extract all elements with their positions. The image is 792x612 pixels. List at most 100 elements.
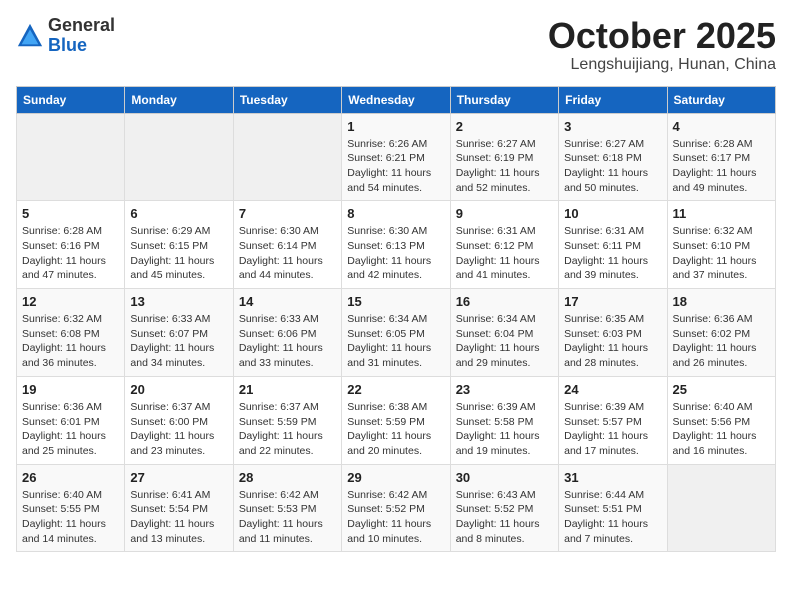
- day-number: 30: [456, 470, 553, 485]
- day-info: Sunrise: 6:40 AM Sunset: 5:56 PM Dayligh…: [673, 400, 770, 459]
- calendar-cell: [233, 113, 341, 201]
- day-info: Sunrise: 6:40 AM Sunset: 5:55 PM Dayligh…: [22, 488, 119, 547]
- day-info: Sunrise: 6:30 AM Sunset: 6:14 PM Dayligh…: [239, 224, 336, 283]
- day-info: Sunrise: 6:28 AM Sunset: 6:16 PM Dayligh…: [22, 224, 119, 283]
- calendar-cell: 19 Sunrise: 6:36 AM Sunset: 6:01 PM Dayli…: [17, 376, 125, 464]
- logo-blue-text: Blue: [48, 36, 115, 56]
- day-number: 3: [564, 119, 661, 134]
- day-info: Sunrise: 6:34 AM Sunset: 6:05 PM Dayligh…: [347, 312, 444, 371]
- weekday-header-wednesday: Wednesday: [342, 86, 450, 113]
- day-info: Sunrise: 6:36 AM Sunset: 6:01 PM Dayligh…: [22, 400, 119, 459]
- calendar-cell: 29Sunrise: 6:42 AM Sunset: 5:52 PM Dayli…: [342, 464, 450, 552]
- logo-icon: [16, 22, 44, 50]
- logo-general-text: General: [48, 16, 115, 36]
- calendar-cell: [17, 113, 125, 201]
- calendar-body: 1 Sunrise: 6:26 AM Sunset: 6:21 PM Daylig…: [17, 113, 776, 552]
- day-number: 28: [239, 470, 336, 485]
- calendar-cell: 2Sunrise: 6:27 AM Sunset: 6:19 PM Daylig…: [450, 113, 558, 201]
- calendar-cell: 3 Sunrise: 6:27 AM Sunset: 6:18 PM Daylig…: [559, 113, 667, 201]
- day-number: 31: [564, 470, 661, 485]
- weekday-header-tuesday: Tuesday: [233, 86, 341, 113]
- day-number: 19: [22, 382, 119, 397]
- day-info: Sunrise: 6:37 AM Sunset: 6:00 PM Dayligh…: [130, 400, 227, 459]
- day-info: Sunrise: 6:37 AM Sunset: 5:59 PM Dayligh…: [239, 400, 336, 459]
- day-info: Sunrise: 6:36 AM Sunset: 6:02 PM Dayligh…: [673, 312, 770, 371]
- calendar-cell: 8 Sunrise: 6:30 AM Sunset: 6:13 PM Daylig…: [342, 201, 450, 289]
- page-header: General Blue October 2025 Lengshuijiang,…: [16, 16, 776, 74]
- calendar-cell: 10 Sunrise: 6:31 AM Sunset: 6:11 PM Dayli…: [559, 201, 667, 289]
- day-number: 1: [347, 119, 444, 134]
- calendar-cell: 7 Sunrise: 6:30 AM Sunset: 6:14 PM Daylig…: [233, 201, 341, 289]
- day-number: 25: [673, 382, 770, 397]
- day-number: 10: [564, 206, 661, 221]
- calendar-cell: 13Sunrise: 6:33 AM Sunset: 6:07 PM Dayli…: [125, 289, 233, 377]
- day-info: Sunrise: 6:33 AM Sunset: 6:06 PM Dayligh…: [239, 312, 336, 371]
- day-info: Sunrise: 6:26 AM Sunset: 6:21 PM Dayligh…: [347, 137, 444, 196]
- calendar-title: October 2025: [548, 16, 776, 56]
- weekday-header-friday: Friday: [559, 86, 667, 113]
- day-info: Sunrise: 6:31 AM Sunset: 6:11 PM Dayligh…: [564, 224, 661, 283]
- calendar-week-1: 1 Sunrise: 6:26 AM Sunset: 6:21 PM Daylig…: [17, 113, 776, 201]
- title-block: October 2025 Lengshuijiang, Hunan, China: [548, 16, 776, 74]
- calendar-week-3: 12 Sunrise: 6:32 AM Sunset: 6:08 PM Dayli…: [17, 289, 776, 377]
- weekday-header-row: SundayMondayTuesdayWednesdayThursdayFrid…: [17, 86, 776, 113]
- weekday-header-monday: Monday: [125, 86, 233, 113]
- calendar-week-5: 26Sunrise: 6:40 AM Sunset: 5:55 PM Dayli…: [17, 464, 776, 552]
- logo-text: General Blue: [48, 16, 115, 56]
- day-number: 27: [130, 470, 227, 485]
- day-info: Sunrise: 6:32 AM Sunset: 6:08 PM Dayligh…: [22, 312, 119, 371]
- calendar-cell: 20 Sunrise: 6:37 AM Sunset: 6:00 PM Dayli…: [125, 376, 233, 464]
- calendar-cell: 24Sunrise: 6:39 AM Sunset: 5:57 PM Dayli…: [559, 376, 667, 464]
- day-number: 22: [347, 382, 444, 397]
- day-number: 7: [239, 206, 336, 221]
- weekday-header-saturday: Saturday: [667, 86, 775, 113]
- day-info: Sunrise: 6:43 AM Sunset: 5:52 PM Dayligh…: [456, 488, 553, 547]
- calendar-location: Lengshuijiang, Hunan, China: [548, 56, 776, 74]
- day-number: 14: [239, 294, 336, 309]
- day-info: Sunrise: 6:39 AM Sunset: 5:58 PM Dayligh…: [456, 400, 553, 459]
- day-number: 24: [564, 382, 661, 397]
- day-number: 11: [673, 206, 770, 221]
- calendar-cell: 5 Sunrise: 6:28 AM Sunset: 6:16 PM Daylig…: [17, 201, 125, 289]
- day-number: 21: [239, 382, 336, 397]
- calendar-cell: 16Sunrise: 6:34 AM Sunset: 6:04 PM Dayli…: [450, 289, 558, 377]
- calendar-table: SundayMondayTuesdayWednesdayThursdayFrid…: [16, 86, 776, 553]
- calendar-cell: [125, 113, 233, 201]
- day-info: Sunrise: 6:42 AM Sunset: 5:53 PM Dayligh…: [239, 488, 336, 547]
- day-info: Sunrise: 6:27 AM Sunset: 6:18 PM Dayligh…: [564, 137, 661, 196]
- day-info: Sunrise: 6:29 AM Sunset: 6:15 PM Dayligh…: [130, 224, 227, 283]
- day-number: 6: [130, 206, 227, 221]
- day-info: Sunrise: 6:44 AM Sunset: 5:51 PM Dayligh…: [564, 488, 661, 547]
- day-info: Sunrise: 6:38 AM Sunset: 5:59 PM Dayligh…: [347, 400, 444, 459]
- weekday-header-thursday: Thursday: [450, 86, 558, 113]
- calendar-cell: 17Sunrise: 6:35 AM Sunset: 6:03 PM Dayli…: [559, 289, 667, 377]
- calendar-cell: 4Sunrise: 6:28 AM Sunset: 6:17 PM Daylig…: [667, 113, 775, 201]
- day-number: 18: [673, 294, 770, 309]
- day-number: 16: [456, 294, 553, 309]
- day-number: 9: [456, 206, 553, 221]
- day-number: 23: [456, 382, 553, 397]
- calendar-cell: 23 Sunrise: 6:39 AM Sunset: 5:58 PM Dayli…: [450, 376, 558, 464]
- day-info: Sunrise: 6:41 AM Sunset: 5:54 PM Dayligh…: [130, 488, 227, 547]
- calendar-week-4: 19 Sunrise: 6:36 AM Sunset: 6:01 PM Dayli…: [17, 376, 776, 464]
- day-info: Sunrise: 6:28 AM Sunset: 6:17 PM Dayligh…: [673, 137, 770, 196]
- calendar-cell: 31 Sunrise: 6:44 AM Sunset: 5:51 PM Dayli…: [559, 464, 667, 552]
- day-info: Sunrise: 6:30 AM Sunset: 6:13 PM Dayligh…: [347, 224, 444, 283]
- day-number: 17: [564, 294, 661, 309]
- weekday-header-sunday: Sunday: [17, 86, 125, 113]
- day-number: 5: [22, 206, 119, 221]
- day-info: Sunrise: 6:32 AM Sunset: 6:10 PM Dayligh…: [673, 224, 770, 283]
- calendar-cell: 11 Sunrise: 6:32 AM Sunset: 6:10 PM Dayli…: [667, 201, 775, 289]
- calendar-cell: 21 Sunrise: 6:37 AM Sunset: 5:59 PM Dayli…: [233, 376, 341, 464]
- calendar-header: SundayMondayTuesdayWednesdayThursdayFrid…: [17, 86, 776, 113]
- calendar-cell: 26Sunrise: 6:40 AM Sunset: 5:55 PM Dayli…: [17, 464, 125, 552]
- day-info: Sunrise: 6:42 AM Sunset: 5:52 PM Dayligh…: [347, 488, 444, 547]
- calendar-cell: 25 Sunrise: 6:40 AM Sunset: 5:56 PM Dayli…: [667, 376, 775, 464]
- day-number: 12: [22, 294, 119, 309]
- day-number: 8: [347, 206, 444, 221]
- calendar-cell: 9Sunrise: 6:31 AM Sunset: 6:12 PM Daylig…: [450, 201, 558, 289]
- calendar-cell: 28 Sunrise: 6:42 AM Sunset: 5:53 PM Dayli…: [233, 464, 341, 552]
- calendar-week-2: 5 Sunrise: 6:28 AM Sunset: 6:16 PM Daylig…: [17, 201, 776, 289]
- calendar-cell: 6 Sunrise: 6:29 AM Sunset: 6:15 PM Daylig…: [125, 201, 233, 289]
- day-number: 20: [130, 382, 227, 397]
